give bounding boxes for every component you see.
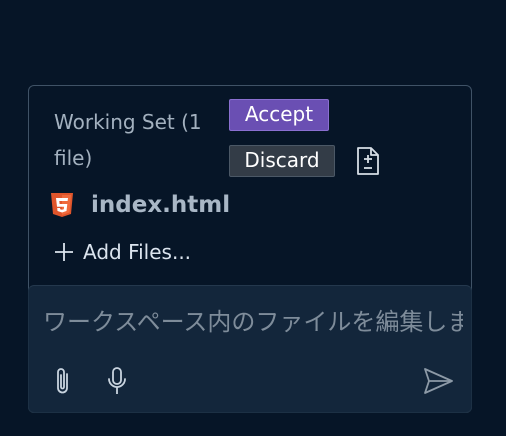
html5-icon: [51, 193, 73, 217]
add-files-label: Add Files...: [83, 240, 192, 264]
discard-button[interactable]: Discard: [229, 145, 335, 177]
paperclip-icon[interactable]: [51, 365, 75, 397]
file-name: index.html: [91, 192, 231, 218]
working-set-title: Working Set (1 file): [54, 110, 202, 170]
plus-icon: [55, 243, 73, 261]
accept-button[interactable]: Accept: [229, 99, 329, 131]
send-icon[interactable]: [421, 366, 455, 396]
chat-input-area: [28, 285, 472, 413]
microphone-icon[interactable]: [105, 365, 129, 397]
chat-input[interactable]: [43, 304, 463, 340]
file-diff-icon[interactable]: [354, 146, 382, 176]
